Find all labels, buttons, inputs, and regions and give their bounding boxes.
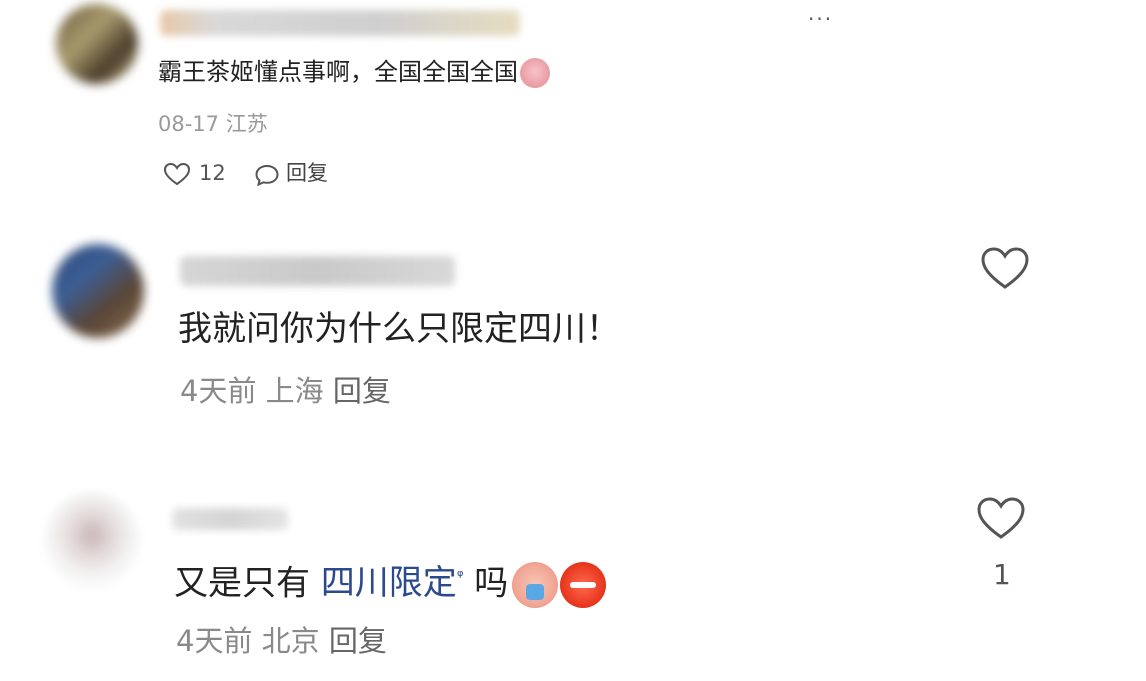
comment-meta: 4天前 北京 回复 — [176, 622, 387, 660]
like-button[interactable]: 12 — [163, 160, 233, 188]
comment-location: 北京 — [261, 624, 320, 658]
username[interactable] — [172, 508, 288, 530]
angry-emoji-icon — [560, 561, 607, 608]
comment-time: 4天前 — [176, 624, 253, 658]
reply-button[interactable]: 回复 — [329, 624, 387, 658]
like-button[interactable] — [980, 246, 1030, 292]
username[interactable] — [180, 256, 455, 286]
avatar[interactable] — [44, 492, 140, 588]
comment-text: 我就问你为什么只限定四川！ — [178, 309, 620, 349]
like-button[interactable]: 1 — [976, 496, 1028, 592]
avatar[interactable] — [56, 4, 138, 84]
comment-location: 上海 — [265, 374, 324, 408]
topic-link[interactable]: 四川限定ᵠ — [321, 563, 464, 603]
crying-emoji-icon — [512, 561, 559, 608]
comment-time: 4天前 — [180, 374, 257, 408]
like-count: 1 — [993, 558, 1011, 591]
more-dots-icon[interactable]: ··· — [808, 8, 842, 30]
avatar[interactable] — [52, 244, 144, 338]
comment-location: 江苏 — [225, 112, 268, 136]
heart-outline-icon — [163, 162, 191, 186]
reply-button[interactable]: 回复 — [254, 160, 344, 188]
comment-text: 又是只有 四川限定ᵠ 吗 — [174, 556, 607, 608]
heart-outline-icon — [976, 496, 1026, 540]
heart-outline-icon — [980, 246, 1030, 290]
comment-meta: 4天前 上海 回复 — [180, 372, 391, 410]
pig-emoji-icon — [520, 58, 550, 88]
comment-bubble-icon — [254, 163, 280, 187]
comment-text: 霸王茶姬懂点事啊，全国全国全国 — [158, 56, 550, 88]
reply-label: 回复 — [286, 161, 328, 185]
comment-date: 08-17 — [158, 112, 220, 136]
username[interactable] — [160, 10, 520, 36]
like-count: 12 — [199, 161, 226, 185]
reply-button[interactable]: 回复 — [333, 374, 391, 408]
comment-meta: 08-17 江苏 — [158, 110, 268, 138]
